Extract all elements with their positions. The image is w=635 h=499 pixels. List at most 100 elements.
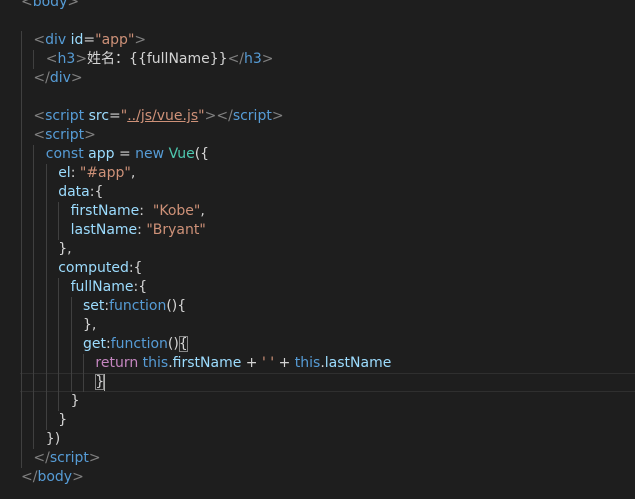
code-token: fullName: [70, 279, 134, 295]
code-token: app: [88, 146, 115, 162]
line-code: computed:{: [58, 259, 142, 278]
code-line[interactable]: el: "#app",: [0, 164, 635, 183]
indent-guide: [33, 297, 35, 316]
code-token: </: [227, 51, 245, 67]
indent-guide: [21, 126, 22, 145]
indent-guide: [21, 240, 22, 259]
code-line[interactable]: computed:{: [0, 259, 635, 278]
indent-guide: [45, 316, 47, 335]
indent-guide: [21, 278, 22, 297]
code-line[interactable]: lastName: "Bryant": [0, 221, 635, 240]
code-line[interactable]: },: [0, 316, 635, 335]
code-line[interactable]: data:{: [0, 183, 635, 202]
code-token: lastName: [70, 222, 138, 238]
code-token: "#app": [79, 165, 131, 181]
code-token: :{: [133, 279, 148, 295]
code-token: src: [88, 108, 110, 124]
code-token: "Bryant": [146, 222, 206, 238]
line-code: }: [71, 392, 80, 411]
code-token: },: [83, 317, 97, 333]
code-token: ,: [200, 203, 205, 219]
code-line[interactable]: firstName: "Kobe",: [0, 202, 635, 221]
indent-guide: [33, 164, 35, 183]
line-code: return this.firstName + ' ' + this.lastN…: [95, 354, 391, 373]
code-token: Vue: [168, 146, 195, 162]
indent-guide: [58, 278, 60, 297]
code-line[interactable]: [0, 12, 635, 31]
indent-guide: [33, 373, 35, 392]
indent-guide: [33, 354, 35, 373]
code-line[interactable]: }: [0, 392, 635, 411]
code-token: >: [88, 450, 101, 466]
code-token: script: [45, 127, 85, 143]
code-token: }: [70, 393, 80, 409]
code-token: ({: [194, 146, 210, 162]
code-line[interactable]: <script>: [0, 126, 635, 145]
indent-guide: [33, 430, 35, 449]
code-line[interactable]: const app = new Vue({: [0, 145, 635, 164]
code-token: <: [45, 51, 58, 67]
indent-guide: [58, 316, 60, 335]
code-token: set: [83, 298, 105, 314]
code-token: id: [70, 32, 84, 48]
code-line[interactable]: </script>: [0, 449, 635, 468]
code-token: script: [45, 108, 85, 124]
code-token: const: [45, 146, 84, 162]
line-code: <h3>姓名：{{fullName}}</h3>: [46, 50, 274, 69]
indent-guide: [58, 392, 60, 411]
code-token: script: [232, 108, 272, 124]
code-line[interactable]: </body>: [0, 468, 635, 487]
indent-guide: [21, 392, 22, 411]
code-token: <: [33, 127, 46, 143]
code-token: h3: [57, 51, 76, 67]
code-line[interactable]: </div>: [0, 69, 635, 88]
matched-bracket: }: [95, 374, 105, 390]
text-caret: [104, 373, 106, 391]
indent-guide: [21, 107, 22, 126]
code-token: >: [84, 127, 96, 143]
indent-guide: [21, 297, 22, 316]
indent-guide: [33, 50, 35, 69]
code-lines[interactable]: <body> <div id="app"> <h3>姓名：{{fullName}}<…: [0, 0, 635, 487]
indent-guide: [21, 183, 22, 202]
indent-guide: [33, 145, 35, 164]
indent-guide: [45, 259, 47, 278]
code-line[interactable]: <h3>姓名：{{fullName}}</h3>: [0, 50, 635, 69]
indent-guide: [45, 373, 47, 392]
code-token: function: [110, 336, 168, 352]
indent-guide: [45, 297, 47, 316]
code-token: computed: [58, 260, 129, 276]
line-code: },: [58, 240, 71, 259]
code-token: >: [70, 70, 83, 86]
line-code: lastName: "Bryant": [71, 221, 206, 240]
indent-guide: [58, 354, 60, 373]
line-code: set:function(){: [83, 297, 186, 316]
code-token: (){: [166, 298, 187, 314]
indent-guide: [33, 221, 35, 240]
code-token: >: [261, 51, 274, 67]
code-line[interactable]: }: [0, 411, 635, 430]
code-token: </: [33, 450, 50, 466]
code-token: ,: [130, 165, 136, 181]
code-token: ></: [204, 108, 233, 124]
code-line[interactable]: }: [0, 373, 635, 392]
indent-guide: [21, 335, 22, 354]
code-line[interactable]: set:function(){: [0, 297, 635, 316]
code-line[interactable]: get:function(){: [0, 335, 635, 354]
code-token: div: [49, 70, 71, 86]
code-line[interactable]: <body>: [0, 0, 635, 12]
code-line[interactable]: <script src="../js/vue.js"></script>: [0, 107, 635, 126]
indent-guide: [70, 316, 72, 335]
code-token: function: [109, 298, 167, 314]
line-code: <script src="../js/vue.js"></script>: [33, 107, 283, 126]
code-token: (): [167, 336, 179, 352]
code-line[interactable]: [0, 88, 635, 107]
code-line[interactable]: },: [0, 240, 635, 259]
code-editor[interactable]: <body> <div id="app"> <h3>姓名：{{fullName}}<…: [0, 0, 635, 499]
code-line[interactable]: fullName:{: [0, 278, 635, 297]
indent-guide: [58, 297, 60, 316]
code-line[interactable]: return this.firstName + ' ' + this.lastN…: [0, 354, 635, 373]
indent-guide: [21, 69, 22, 88]
code-line[interactable]: }): [0, 430, 635, 449]
code-line[interactable]: <div id="app">: [0, 31, 635, 50]
